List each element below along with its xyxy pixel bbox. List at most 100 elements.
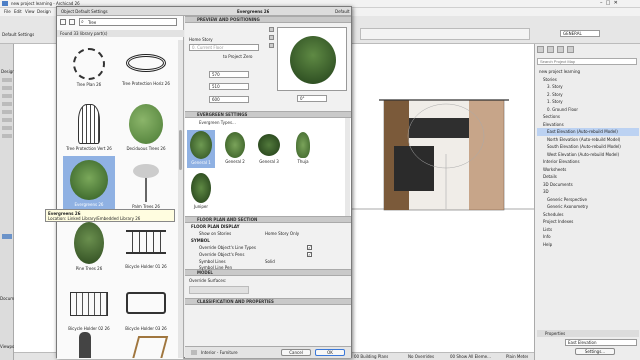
override-combination[interactable]: No Overrides: [408, 354, 434, 359]
properties-name-field[interactable]: East Elevation: [565, 339, 637, 346]
dialog-titlebar[interactable]: Object Default Settings Evergreens 26 De…: [57, 7, 351, 16]
library-item[interactable]: Pine Trees 26: [63, 216, 115, 271]
folder-view-icon[interactable]: [60, 19, 66, 25]
tree-item[interactable]: Lists: [537, 226, 639, 234]
model-section-header[interactable]: MODEL: [185, 269, 351, 276]
view-map-icon[interactable]: [547, 46, 554, 53]
tree-item[interactable]: 3D Documents: [537, 181, 639, 189]
menu-design[interactable]: Design: [37, 9, 51, 14]
tree-item[interactable]: South Elevation (Auto-rebuild Model): [537, 143, 639, 151]
preview-section-header[interactable]: PREVIEW AND POSITIONING: [185, 16, 351, 23]
bollard-icon[interactable]: [79, 332, 91, 358]
surface-picker[interactable]: [189, 286, 249, 294]
slab-tool-icon[interactable]: [2, 118, 12, 122]
height-field[interactable]: 600: [209, 96, 249, 103]
tree-item[interactable]: Interior Elevations: [537, 158, 639, 166]
info-box[interactable]: [360, 28, 530, 40]
plan-view-icon[interactable]: [269, 27, 274, 32]
tree-item[interactable]: 2. Story: [537, 91, 639, 99]
override-pens-checkbox[interactable]: ✓: [307, 252, 312, 257]
evergreen-type-dropdown[interactable]: Evergreen Types...: [199, 120, 236, 125]
tree-item[interactable]: Project Indexes: [537, 218, 639, 226]
tree-item[interactable]: 3. Story: [537, 83, 639, 91]
library-item[interactable]: Tree Protection Vert 26: [63, 98, 115, 151]
tree-item[interactable]: Details: [537, 173, 639, 181]
type-general-3[interactable]: General 3: [255, 130, 283, 164]
default-settings-label[interactable]: Default Settings: [2, 32, 34, 37]
tree-item[interactable]: new project learning: [537, 68, 639, 76]
properties-header[interactable]: Properties: [537, 330, 639, 337]
layout-book-icon[interactable]: [557, 46, 564, 53]
classification-section-header[interactable]: CLASSIFICATION AND PROPERTIES: [185, 298, 351, 305]
tree-item[interactable]: Elevations: [537, 121, 639, 129]
menu-view[interactable]: View: [25, 9, 35, 14]
stair-tool-icon[interactable]: [2, 134, 12, 138]
tree-item[interactable]: Schedules: [537, 211, 639, 219]
layer-select[interactable]: Interior - Furniture: [201, 350, 238, 355]
window-tool-icon[interactable]: [2, 94, 12, 98]
library-item[interactable]: Tree Plan 26: [63, 40, 115, 87]
library-item[interactable]: Bicycle Holder 01 26: [117, 216, 175, 269]
object-tool-icon[interactable]: [2, 234, 12, 239]
tree-item[interactable]: Stories: [537, 76, 639, 84]
floorplan-section-header[interactable]: FLOOR PLAN AND SECTION: [185, 216, 351, 223]
library-item[interactable]: Deciduous Trees 26: [117, 98, 175, 151]
layer-combination[interactable]: 00 Building Plans: [354, 354, 388, 359]
library-item[interactable]: Bicycle Holder 02 26: [63, 278, 115, 331]
tree-item[interactable]: 3D: [537, 188, 639, 196]
type-general-1[interactable]: General 1: [187, 130, 215, 168]
settings-button[interactable]: Settings...: [575, 348, 615, 355]
navigator-search-input[interactable]: [537, 58, 637, 65]
window-controls[interactable]: – □ ✕: [600, 0, 618, 6]
library-search-input[interactable]: ⌕ Tree: [79, 18, 177, 26]
type-thuja[interactable]: Thuja: [289, 130, 317, 164]
roof-tool-icon[interactable]: [2, 126, 12, 130]
angle-field[interactable]: 0°: [297, 95, 327, 102]
dimension-standard[interactable]: Plain Meter: [506, 354, 528, 359]
tree-item[interactable]: Sections: [537, 113, 639, 121]
tree-item[interactable]: Generic Perspective: [537, 196, 639, 204]
menu-edit[interactable]: Edit: [14, 9, 22, 14]
cancel-button[interactable]: Cancel: [281, 349, 311, 356]
show-on-stories-value[interactable]: Home Story Only: [265, 231, 299, 236]
tree-item-selected[interactable]: East Elevation (Auto-rebuild Model): [537, 128, 639, 136]
depth-field[interactable]: 510: [209, 83, 249, 90]
door-tool-icon[interactable]: [2, 86, 12, 90]
symbol-lines-value[interactable]: Solid: [265, 259, 275, 264]
pergola-icon[interactable]: [131, 336, 169, 358]
publisher-icon[interactable]: [567, 46, 574, 53]
width-field[interactable]: 570: [209, 71, 249, 78]
evergreen-section-header[interactable]: EVERGREEN SETTINGS: [185, 111, 351, 118]
home-story-label: Home Story: [189, 37, 213, 42]
ok-button[interactable]: OK: [315, 349, 345, 356]
tree-item[interactable]: 1. Story: [537, 98, 639, 106]
side-view-icon[interactable]: [269, 35, 274, 40]
3d-view-icon[interactable]: [269, 43, 274, 48]
preview-view-buttons: [269, 27, 274, 107]
tree-item[interactable]: Info: [537, 233, 639, 241]
mode-select[interactable]: GENERAL: [560, 30, 600, 37]
wall-tool-icon[interactable]: [2, 78, 12, 82]
tree-item[interactable]: 0. Ground Floor: [537, 106, 639, 114]
tree-item[interactable]: North Elevation (Auto-rebuild Model): [537, 136, 639, 144]
back-icon[interactable]: [69, 19, 75, 25]
library-item-selected[interactable]: Evergreens 26: [63, 156, 115, 212]
tree-item[interactable]: Generic Axonometry: [537, 203, 639, 211]
library-item[interactable]: Bicycle Holder 03 26: [117, 278, 175, 331]
type-general-2[interactable]: General 2: [221, 130, 249, 164]
evergreen-scrollbar[interactable]: [345, 118, 350, 216]
library-item[interactable]: Tree Protection Horiz 26: [117, 40, 175, 86]
model-view-option[interactable]: 00 Show All Eleme...: [450, 354, 491, 359]
menu-file[interactable]: File: [4, 9, 11, 14]
override-line-checkbox[interactable]: ✓: [307, 245, 312, 250]
library-scrollbar[interactable]: [178, 40, 183, 358]
tree-item[interactable]: Worksheets: [537, 166, 639, 174]
beam-tool-icon[interactable]: [2, 110, 12, 114]
library-item[interactable]: Palm Trees 26: [117, 156, 175, 209]
tree-item[interactable]: West Elevation (Auto-rebuild Model): [537, 151, 639, 159]
home-story-select[interactable]: 0. Current Floor: [189, 44, 259, 51]
tree-item[interactable]: Help: [537, 241, 639, 249]
type-juniper[interactable]: Juniper: [187, 172, 215, 209]
project-map-icon[interactable]: [537, 46, 544, 53]
column-tool-icon[interactable]: [2, 102, 12, 106]
